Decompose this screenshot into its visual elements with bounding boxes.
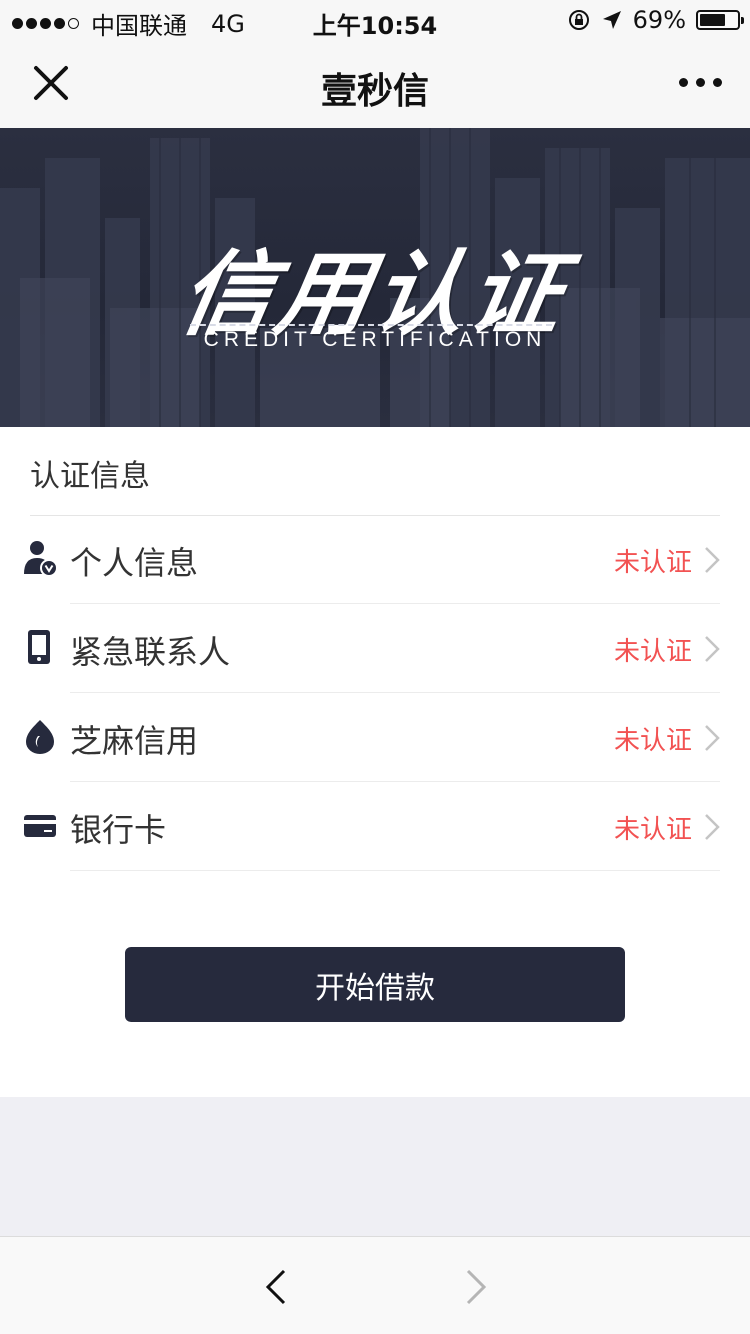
list-item-emergency-contact[interactable]: 紧急联系人 未认证 [0,605,750,693]
sesame-credit-icon [26,720,54,754]
status-badge: 未认证 [613,548,692,578]
battery-percent: 69% [632,6,686,34]
credit-banner: 信用认证 CREDIT CERTIFICATION [0,128,750,427]
user-verified-icon [24,541,58,577]
status-right: 69% [567,6,744,34]
bank-card-icon [24,815,56,837]
section-title: 认证信息 [30,459,150,494]
chevron-right-icon [705,725,720,751]
battery-icon [696,10,744,30]
list-item-label: 银行卡 [70,811,167,849]
status-badge: 未认证 [613,815,692,845]
row-divider [70,603,720,604]
rotation-lock-icon [568,10,589,30]
row-divider [70,781,720,782]
list-item-label: 个人信息 [70,544,199,582]
more-icon[interactable] [679,78,722,87]
list-item-personal-info[interactable]: 个人信息 未认证 [0,516,750,604]
back-arrow-icon[interactable] [262,1267,290,1307]
navigation-bar: 壹秒信 [0,40,750,128]
list-item-label: 紧急联系人 [70,633,231,671]
page-title: 壹秒信 [320,71,429,112]
list-item-bank-card[interactable]: 银行卡 未认证 [0,783,750,871]
chevron-right-icon [705,814,720,840]
row-divider [70,692,720,693]
list-item-label: 芝麻信用 [70,722,199,760]
chevron-right-icon [705,547,720,573]
certification-card: 认证信息 个人信息 未认证 紧急联系人 未认证 芝麻信用 未认证 银行卡 未认证… [0,427,750,1097]
list-item-sesame-credit[interactable]: 芝麻信用 未认证 [0,694,750,782]
forward-arrow-icon[interactable] [462,1267,490,1307]
location-arrow-icon [602,11,621,29]
chevron-right-icon [705,636,720,662]
status-badge: 未认证 [613,637,692,667]
browser-toolbar [0,1236,750,1334]
status-bar: 中国联通 4G 上午10:54 69% [0,0,750,40]
phone-icon [28,630,50,664]
banner-divider [190,324,552,326]
start-loan-button[interactable]: 开始借款 [125,947,625,1022]
row-divider [70,870,720,871]
banner-subtitle: CREDIT CERTIFICATION [203,328,547,351]
status-badge: 未认证 [613,726,692,756]
